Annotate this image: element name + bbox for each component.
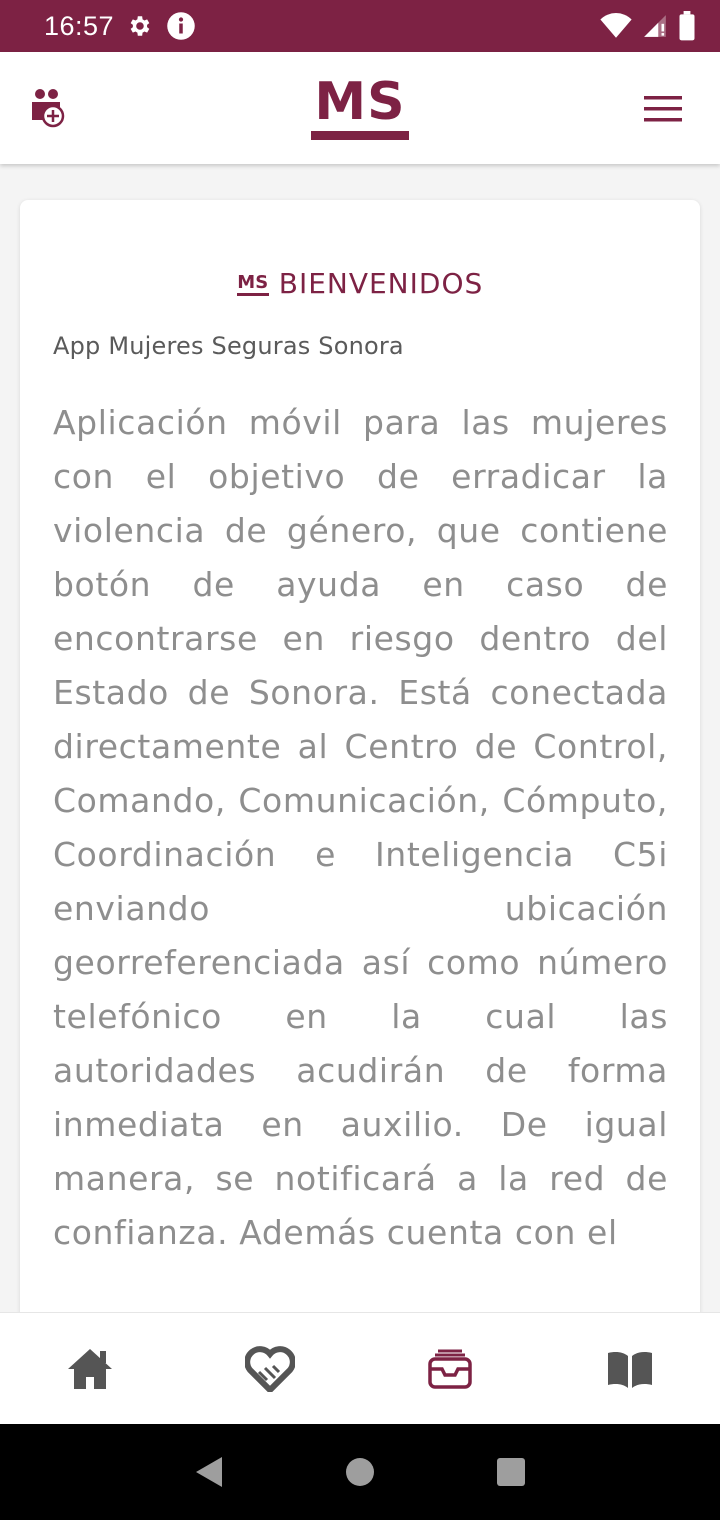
status-time: 16:57 xyxy=(44,10,115,41)
signal-icon xyxy=(644,15,666,37)
mini-logo-underline xyxy=(236,293,269,296)
welcome-card: MS BIENVENIDOS App Mujeres Seguras Sonor… xyxy=(20,200,700,1340)
app-header: MS xyxy=(0,52,720,164)
home-icon xyxy=(68,1348,112,1389)
nav-trust-network[interactable] xyxy=(180,1313,360,1424)
nav-inbox[interactable] xyxy=(360,1313,540,1424)
nav-guide[interactable] xyxy=(540,1313,720,1424)
home-circle-icon[interactable] xyxy=(344,1456,376,1488)
menu-button[interactable] xyxy=(644,96,682,122)
heart-hands-icon xyxy=(245,1345,295,1392)
book-icon xyxy=(608,1351,652,1388)
inbox-icon xyxy=(428,1349,472,1389)
add-group-icon xyxy=(32,89,65,128)
welcome-heading: MS BIENVENIDOS xyxy=(20,266,700,302)
gear-icon xyxy=(130,16,150,36)
add-group-button[interactable] xyxy=(30,88,66,128)
app-description: Aplicación móvil para las mujeres con el… xyxy=(53,403,668,1252)
mini-logo-text: MS xyxy=(237,272,269,293)
status-bar: 16:57 xyxy=(0,0,720,52)
info-icon xyxy=(167,12,195,40)
recents-icon[interactable] xyxy=(496,1457,526,1487)
menu-icon xyxy=(644,96,682,122)
system-nav-bar xyxy=(0,1424,720,1520)
nav-home[interactable] xyxy=(0,1313,180,1424)
app-logo-text: MS xyxy=(314,72,406,132)
welcome-title: BIENVENIDOS xyxy=(278,267,484,300)
app-logo-underline xyxy=(311,131,409,140)
app-subtitle: App Mujeres Seguras Sonora xyxy=(53,332,404,360)
bottom-nav xyxy=(0,1312,720,1424)
battery-icon xyxy=(679,11,695,41)
back-icon[interactable] xyxy=(194,1455,224,1489)
wifi-icon xyxy=(600,13,632,38)
app-logo: MS xyxy=(311,76,409,140)
mini-logo: MS xyxy=(236,272,269,296)
